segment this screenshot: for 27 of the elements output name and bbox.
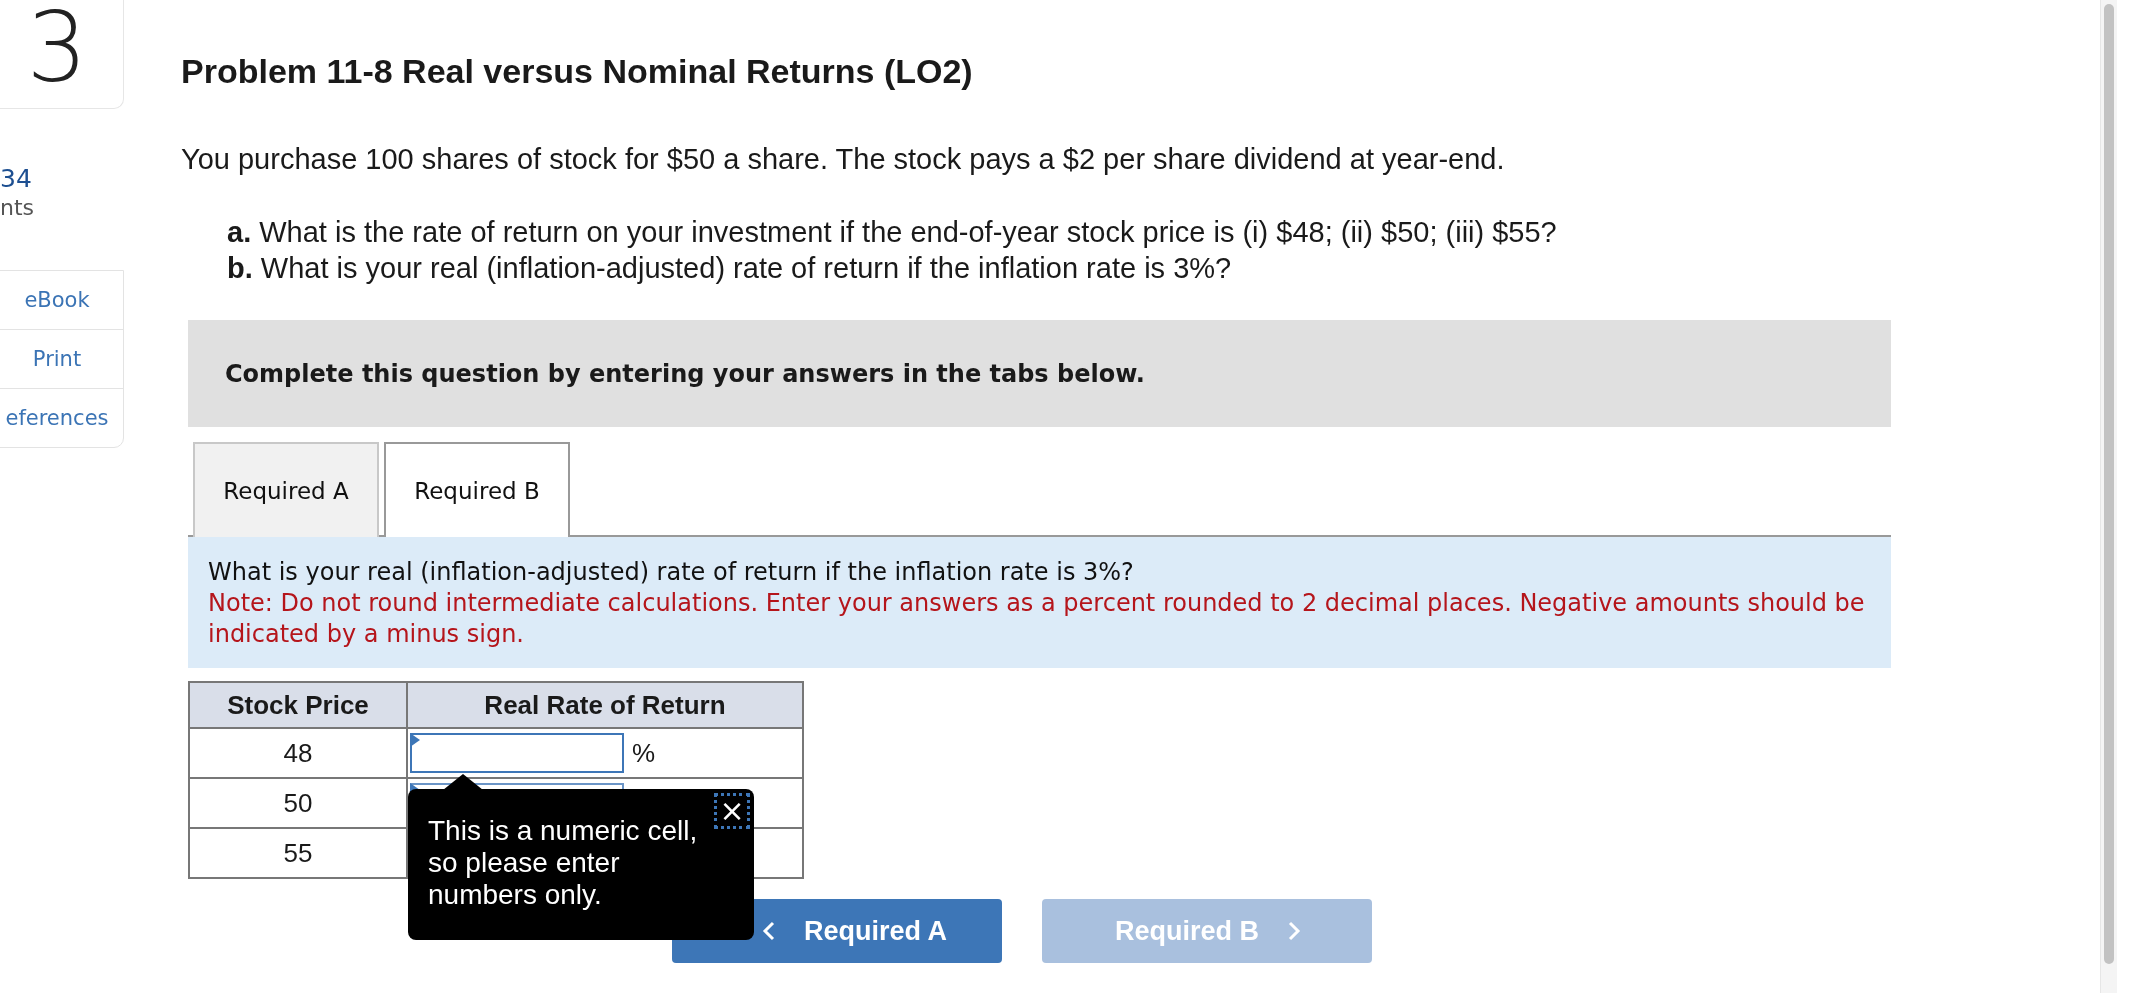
- flag-icon: [410, 733, 420, 747]
- close-button[interactable]: ×: [714, 793, 750, 829]
- sidebar-link[interactable]: Print: [0, 330, 123, 389]
- question-part: b. What is your real (inflation-adjusted) rate of return if the inflation rate is 3%?: [227, 251, 1233, 286]
- panel-note: Note: Do not round intermediate calculations. Enter your answers as a percent rounded to 2 decimal places. Negative amounts should be indicated by a minus sign.: [208, 588, 1866, 650]
- question-part: a. What is the rate of return on your investment if the end-of-year stock price is (i) $48; (ii) $50; (iii) $55?: [227, 215, 1558, 250]
- sidebar-link[interactable]: eBook: [0, 271, 123, 330]
- input-field[interactable]: [410, 733, 624, 773]
- question-number: 3: [26, 0, 88, 106]
- panel-question: What is your real (inflation-adjusted) rate of return if the inflation rate is 3%?: [208, 557, 1135, 588]
- score-label: nts: [0, 195, 36, 220]
- sidebar-link[interactable]: eferences: [0, 389, 123, 447]
- scrollbar[interactable]: [2100, 0, 2117, 993]
- column-header: Stock Price: [189, 682, 407, 728]
- chevron-left-icon: [764, 922, 774, 940]
- percent-unit: %: [632, 737, 656, 768]
- chevron-right-icon: [1289, 922, 1299, 940]
- table-cell: 50: [189, 778, 407, 828]
- column-header: Real Rate of Return: [407, 682, 803, 728]
- problem-title: Problem 11-8 Real versus Nominal Returns (LO2): [181, 52, 974, 91]
- tab[interactable]: Required B: [384, 442, 570, 537]
- score: 34: [0, 164, 33, 193]
- table-cell: 55: [189, 828, 407, 878]
- tab[interactable]: Required A: [193, 442, 379, 537]
- instruction-text: Complete this question by entering your answers in the tabs below.: [225, 359, 1145, 388]
- table-cell: 48: [189, 728, 407, 778]
- problem-text: You purchase 100 shares of stock for $50 a share. The stock pays a $2 per share dividend at year-end.: [181, 143, 1506, 176]
